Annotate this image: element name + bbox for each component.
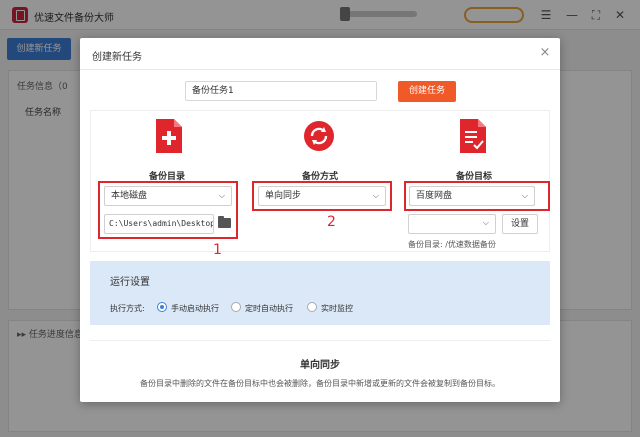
create-task-button[interactable]: 创建任务 bbox=[398, 81, 456, 102]
backup-directory-text: 备份目录: /优速数据备份 bbox=[408, 240, 496, 249]
annotation-number-1: 1 bbox=[213, 242, 222, 258]
settings-button[interactable]: 设置 bbox=[502, 214, 538, 234]
radio-scheduled-label[interactable]: 定时自动执行 bbox=[245, 303, 293, 314]
highlight-box-3 bbox=[404, 181, 550, 211]
sync-icon bbox=[304, 121, 334, 151]
task-name-input[interactable]: 备份任务1 bbox=[185, 81, 377, 101]
dialog-title: 创建新任务 bbox=[92, 52, 142, 63]
source-folder-add-icon bbox=[156, 119, 182, 153]
radio-realtime[interactable] bbox=[307, 302, 317, 312]
close-icon[interactable]: × bbox=[538, 46, 552, 60]
mode-description: 备份目录中删除的文件在备份目标中也会被删除，备份目录中新增或更新的文件会被复制到… bbox=[140, 379, 500, 388]
dialog-header: 创建新任务 × bbox=[80, 38, 560, 70]
divider bbox=[90, 340, 550, 341]
radio-scheduled[interactable] bbox=[231, 302, 241, 312]
run-settings-title: 运行设置 bbox=[110, 277, 150, 288]
chevron-down-icon: ⌵ bbox=[482, 218, 489, 227]
target-document-icon bbox=[460, 119, 486, 153]
highlight-box-1 bbox=[98, 181, 238, 239]
target-account-select[interactable]: ⌵ bbox=[408, 214, 496, 234]
run-mode-label: 执行方式: bbox=[110, 304, 145, 313]
run-settings-panel: 运行设置 执行方式: 手动启动执行 定时自动执行 实时监控 bbox=[90, 261, 550, 325]
highlight-box-2 bbox=[252, 181, 392, 211]
annotation-number-2: 2 bbox=[327, 214, 336, 230]
radio-realtime-label[interactable]: 实时监控 bbox=[321, 303, 353, 314]
radio-manual[interactable] bbox=[157, 302, 167, 312]
create-task-dialog: 创建新任务 × 备份任务1 创建任务 备份目录 本地磁盘 ⌵ C:\Users\… bbox=[80, 38, 560, 402]
radio-manual-label[interactable]: 手动启动执行 bbox=[171, 303, 219, 314]
mode-title: 单向同步 bbox=[300, 360, 340, 371]
